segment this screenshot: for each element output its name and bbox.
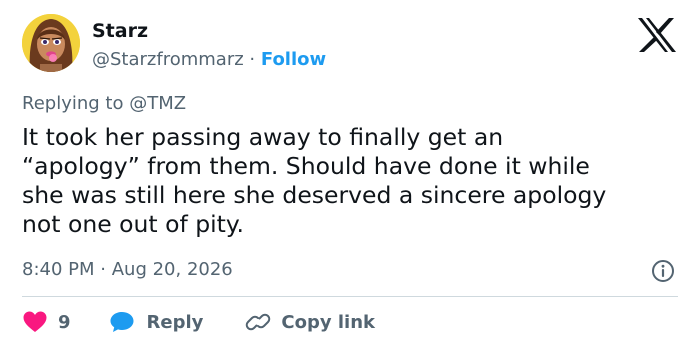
info-icon[interactable] bbox=[651, 259, 675, 283]
tweet-card: Starz @Starzfrommarz · Follow Replying t… bbox=[0, 0, 700, 348]
replying-to-prefix: Replying to bbox=[22, 93, 124, 114]
link-icon bbox=[245, 310, 271, 334]
author-handle[interactable]: @Starzfrommarz bbox=[92, 49, 244, 70]
heart-icon bbox=[22, 310, 48, 334]
reply-button[interactable]: Reply bbox=[97, 310, 204, 334]
copy-link-label: Copy link bbox=[281, 311, 375, 333]
replying-to-line: Replying to @TMZ bbox=[22, 92, 186, 116]
copy-link-button[interactable]: Copy link bbox=[235, 310, 375, 334]
tweet-date: Aug 20, 2026 bbox=[111, 259, 233, 280]
author-handle-row: @Starzfrommarz · Follow bbox=[92, 48, 326, 72]
tweet-text: It took her passing away to finally get … bbox=[22, 123, 682, 239]
timestamp-separator: · bbox=[100, 259, 106, 280]
like-button[interactable]: 9 bbox=[22, 310, 71, 334]
x-logo-icon[interactable] bbox=[636, 16, 678, 54]
speech-bubble-icon bbox=[109, 310, 135, 334]
action-bar: 9 Reply Copy link bbox=[22, 308, 375, 336]
tweet-time: 8:40 PM bbox=[22, 259, 95, 280]
author-block: Starz @Starzfrommarz · Follow bbox=[92, 19, 326, 72]
handle-separator: · bbox=[249, 49, 256, 70]
tweet-text-line: It took her passing away to finally get … bbox=[22, 123, 504, 151]
author-name[interactable]: Starz bbox=[92, 19, 326, 43]
divider bbox=[22, 296, 678, 297]
tweet-text-line: “apology” from them. Should have done it… bbox=[22, 152, 590, 180]
avatar[interactable] bbox=[22, 14, 80, 72]
like-count: 9 bbox=[58, 311, 71, 333]
follow-button[interactable]: Follow bbox=[261, 49, 326, 70]
tweet-text-line: she was still here she deserved a sincer… bbox=[22, 181, 607, 209]
reply-label: Reply bbox=[146, 311, 204, 333]
replying-to-mention[interactable]: @TMZ bbox=[129, 93, 186, 114]
tweet-timestamp[interactable]: 8:40 PM · Aug 20, 2026 bbox=[22, 258, 233, 282]
tweet-text-line: not one out of pity. bbox=[22, 210, 244, 238]
